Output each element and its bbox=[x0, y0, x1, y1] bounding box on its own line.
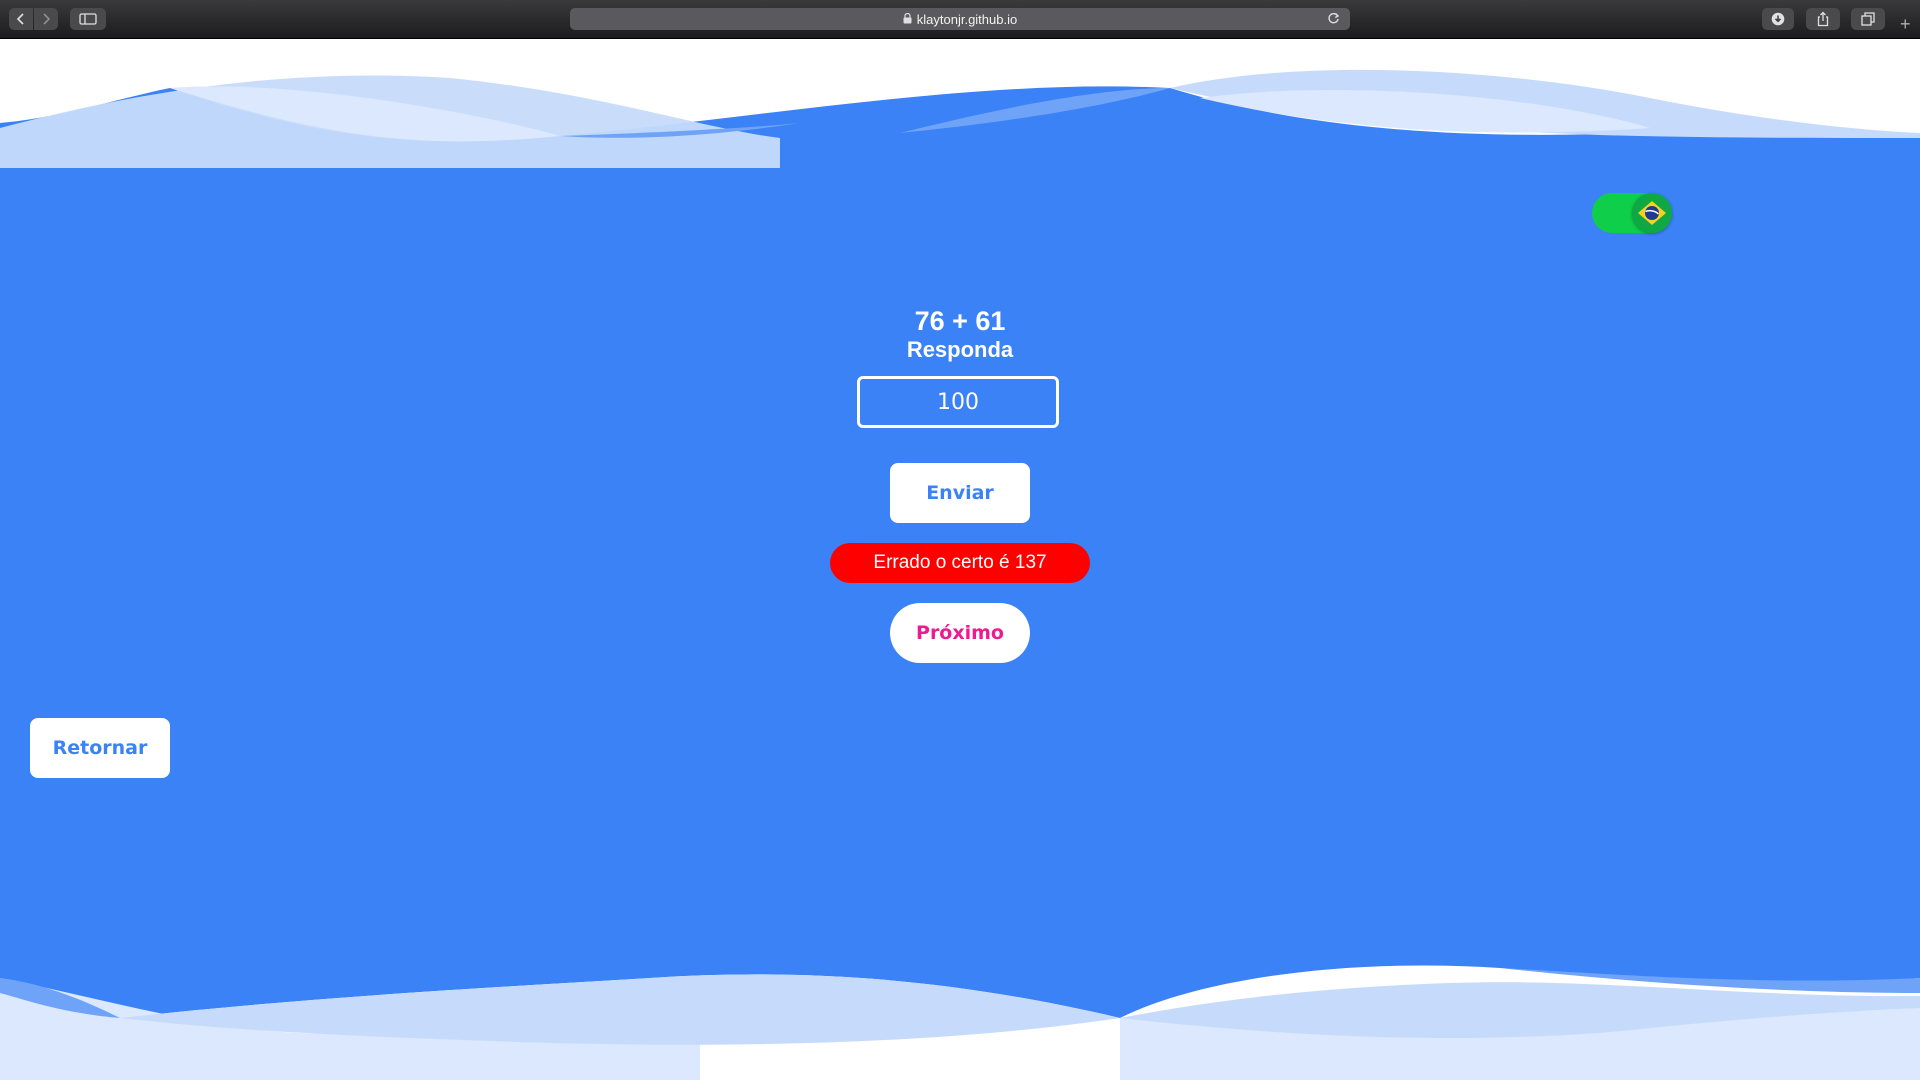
answer-input[interactable] bbox=[857, 376, 1059, 428]
chevron-left-icon bbox=[16, 13, 24, 25]
download-icon bbox=[1771, 12, 1785, 26]
next-button[interactable]: Próximo bbox=[890, 603, 1030, 663]
lock-icon bbox=[903, 12, 912, 27]
new-tab-icon[interactable]: + bbox=[1900, 14, 1911, 35]
back-button[interactable] bbox=[9, 8, 33, 30]
browser-toolbar: klaytonjr.github.io + bbox=[0, 0, 1920, 39]
submit-button[interactable]: Enviar bbox=[890, 463, 1030, 523]
result-message: Errado o certo é 137 bbox=[830, 543, 1090, 583]
sidebar-icon bbox=[79, 13, 97, 25]
reload-icon[interactable] bbox=[1327, 12, 1340, 28]
show-tabs-button[interactable] bbox=[1851, 8, 1885, 30]
brazil-flag-icon bbox=[1632, 193, 1672, 233]
answer-prompt: Responda bbox=[906, 337, 1014, 362]
forward-button[interactable] bbox=[34, 8, 58, 30]
downloads-button[interactable] bbox=[1762, 8, 1794, 30]
share-button[interactable] bbox=[1806, 8, 1840, 30]
address-bar[interactable]: klaytonjr.github.io bbox=[570, 8, 1350, 30]
math-question: 76 + 61 bbox=[914, 306, 1006, 336]
chevron-right-icon bbox=[43, 13, 51, 25]
tabs-icon bbox=[1861, 12, 1875, 26]
page: 76 + 61 Responda Enviar Errado o certo é… bbox=[0, 38, 1920, 1080]
sidebar-toggle-button[interactable] bbox=[70, 8, 106, 30]
return-button[interactable]: Retornar bbox=[30, 718, 170, 778]
language-toggle[interactable] bbox=[1592, 193, 1672, 233]
share-icon bbox=[1817, 11, 1829, 27]
url-text: klaytonjr.github.io bbox=[916, 11, 1018, 27]
